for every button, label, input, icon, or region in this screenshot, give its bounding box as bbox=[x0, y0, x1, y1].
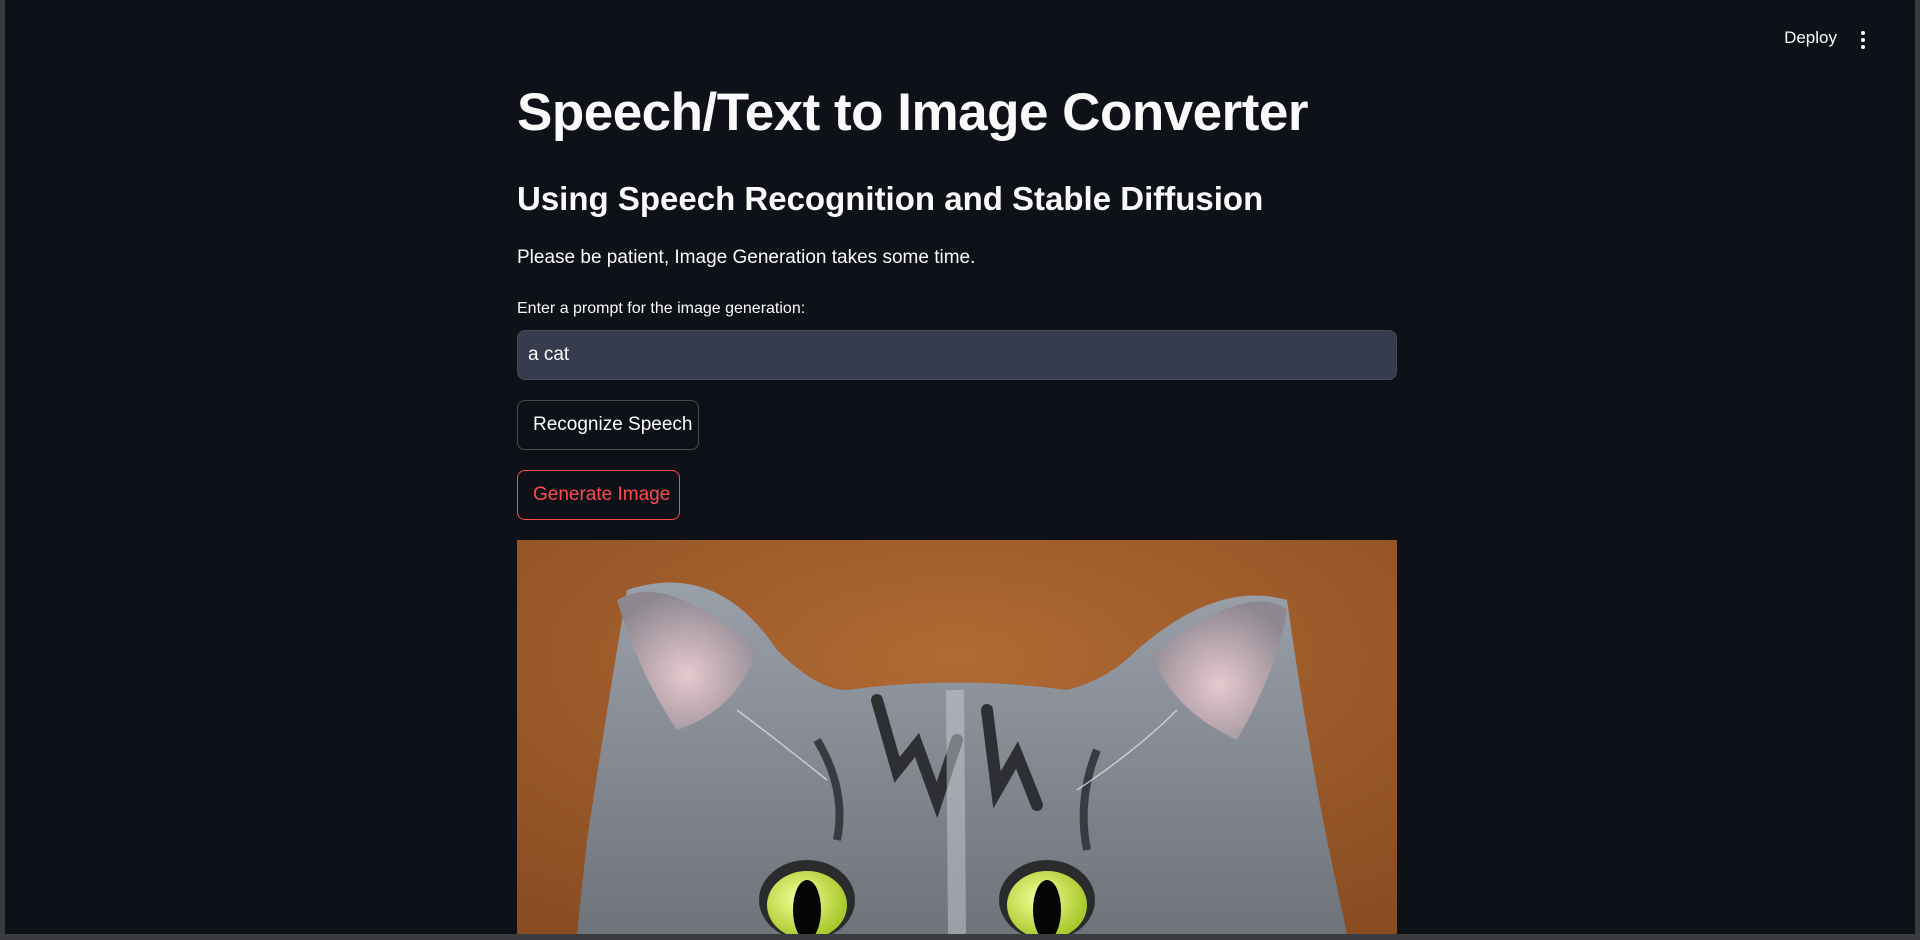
recognize-speech-button[interactable]: Recognize Speech bbox=[517, 400, 699, 450]
app-header: Deploy bbox=[5, 0, 1915, 80]
menu-dot bbox=[1861, 38, 1865, 42]
menu-dot bbox=[1861, 45, 1865, 49]
cat-illustration bbox=[517, 540, 1397, 934]
menu-dot bbox=[1861, 31, 1865, 35]
generated-cat-image bbox=[517, 540, 1397, 934]
app-window: Deploy Speech/Text to Image Converter Us… bbox=[5, 0, 1915, 934]
page-title: Speech/Text to Image Converter bbox=[517, 83, 1309, 142]
deploy-button[interactable]: Deploy bbox=[1784, 28, 1837, 48]
generate-image-button[interactable]: Generate Image bbox=[517, 470, 680, 520]
window-bottom-edge bbox=[0, 934, 1920, 940]
patience-note: Please be patient, Image Generation take… bbox=[517, 247, 976, 268]
prompt-label: Enter a prompt for the image generation: bbox=[517, 300, 806, 317]
prompt-input[interactable] bbox=[517, 330, 1397, 380]
page-subtitle: Using Speech Recognition and Stable Diff… bbox=[517, 180, 1264, 217]
vertical-ellipsis-icon[interactable] bbox=[1853, 28, 1873, 52]
